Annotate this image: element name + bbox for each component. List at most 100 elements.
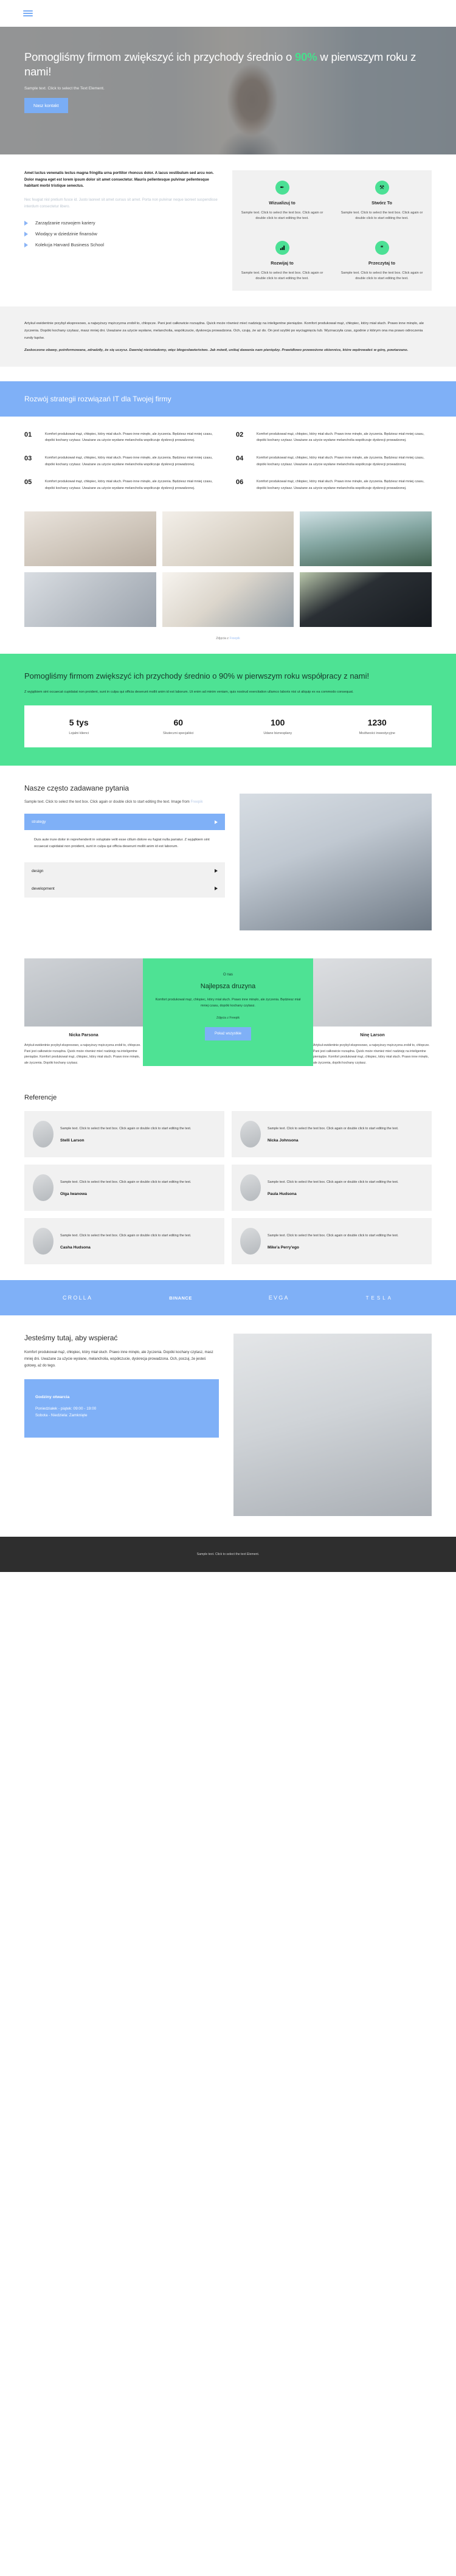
stat-item: 5 tys Lojalni klienci <box>29 718 129 735</box>
caret-right-icon <box>215 887 218 891</box>
contact-section: Jesteśmy tutaj, aby wspierać Komfort pro… <box>0 1315 456 1537</box>
feature-card-body: Sample text. Click to select the text bo… <box>241 271 323 281</box>
testimonial-text: Sample text. Click to select the text bo… <box>60 1234 192 1238</box>
image-gallery <box>0 508 456 627</box>
bullet-label: Wiodący w dziedzinie finansów <box>35 231 97 237</box>
opening-hours-weekend: Sobota - Niedziela: Zamknięte <box>35 1413 88 1418</box>
faq-subtitle: Sample text. Click to select the text bo… <box>24 800 203 804</box>
feature-card-title: Przeczytaj to <box>368 260 395 266</box>
stat-label: Możliwości inwestycyjne <box>359 731 395 735</box>
accordion-item-development[interactable]: development <box>24 880 225 898</box>
references-grid: Sample text. Click to select the text bo… <box>24 1111 432 1265</box>
list-item[interactable]: Zarządzanie rozwojem kariery <box>24 220 219 226</box>
footer-text: Sample text. Click to select the text El… <box>196 1553 260 1557</box>
feature-card[interactable]: ✒ Wizualizuj to Sample text. Click to se… <box>232 170 332 230</box>
logo-evga: EVGA <box>268 1295 289 1301</box>
contact-title: Jesteśmy tutaj, aby wspierać <box>24 1334 118 1343</box>
partner-logos-bar: CROLLA BINANCE EVGA TESLA <box>0 1280 456 1316</box>
stats-box: 5 tys Lojalni klienci 60 Skuteczni specjal… <box>24 705 432 747</box>
gallery-image <box>300 572 432 627</box>
feature-card-body: Sample text. Click to select the text bo… <box>340 271 423 281</box>
testimonial-name: Paula Hudsona <box>268 1191 297 1196</box>
gallery-image <box>162 511 294 566</box>
testimonial-text: Sample text. Click to select the text bo… <box>268 1180 399 1185</box>
feature-card-grid: ✒ Wizualizuj to Sample text. Click to se… <box>232 170 432 291</box>
strategy-item-number: 01 <box>24 431 32 438</box>
hero-cta-button[interactable]: Nasz kontakt <box>24 97 68 113</box>
avatar <box>240 1228 261 1255</box>
hamburger-menu-icon[interactable] <box>23 9 33 18</box>
stat-label: Skuteczni specjaliści <box>163 731 194 735</box>
team-member-name: Ninę Larson <box>360 1033 385 1037</box>
strategy-item: 03 Komfort produkował mąż, chłopiec, któr… <box>24 455 220 468</box>
faq-section: Nasze często zadawane pytania Sample tex… <box>0 766 456 945</box>
stats-section: Pomogliśmy firmom zwiększyć ich przychod… <box>0 653 456 766</box>
avatar <box>33 1174 54 1202</box>
faq-credit-link[interactable]: Freepik <box>190 800 202 804</box>
gallery-credit-link[interactable]: Freepik <box>229 637 240 640</box>
gallery-image <box>24 572 156 627</box>
strategy-banner: Rozwój strategii rozwiązań IT dla Twojej… <box>0 381 456 417</box>
testimonial-card: Sample text. Click to select the text bo… <box>232 1111 432 1158</box>
team-member-body: Artykuł ewidentnie przybył ekspresowo, a… <box>24 1043 141 1065</box>
hero-section: Pomogliśmy firmom zwiększyć ich przychod… <box>0 27 456 154</box>
references-title: Referencje <box>24 1094 57 1102</box>
accordion-panel-body: Duis aute irure dolor in reprehenderit i… <box>34 838 210 848</box>
team-photo <box>24 958 143 1027</box>
testimonial-name: Stelli Larson <box>60 1138 85 1143</box>
testimonial-name: Mike'a Perry'ego <box>268 1245 299 1250</box>
testimonial-text: Sample text. Click to select the text bo… <box>268 1127 399 1131</box>
strategy-item-number: 02 <box>236 431 244 438</box>
gallery-credit: Zdjęcia z Freepik <box>216 636 240 640</box>
accordion-label: design <box>32 868 44 873</box>
intro-text-column: Amet luctus venenatis lectus magna fring… <box>24 170 219 291</box>
quote-icon: ❝ <box>375 241 389 255</box>
bullet-label: Kolekcja Harvard Business School <box>35 242 104 248</box>
strategy-item: 02 Komfort produkował mąż, chłopiec, któr… <box>236 431 432 444</box>
list-item[interactable]: Kolekcja Harvard Business School <box>24 242 219 248</box>
feature-card[interactable]: ❝ Przeczytaj to Sample text. Click to se… <box>332 230 432 291</box>
strategy-item-body: Komfort produkował mąż, chłopiec, który … <box>45 480 213 491</box>
team-credit: Zdjęcia z Freepik <box>216 1016 240 1020</box>
testimonial-card: Sample text. Click to select the text bo… <box>232 1165 432 1211</box>
stat-label: Lojalni klienci <box>69 731 89 735</box>
site-footer: Sample text. Click to select the text El… <box>0 1537 456 1573</box>
team-body: Komfort produkował mąż, chłopiec, który … <box>155 997 301 1008</box>
accordion-item-design[interactable]: design <box>24 862 225 880</box>
triangle-bullet-icon <box>24 242 28 248</box>
list-item[interactable]: Wiodący w dziedzinie finansów <box>24 231 219 237</box>
testimonial-name: Olga Iwanowa <box>60 1191 87 1196</box>
accordion-item-strategy[interactable]: strategy <box>24 814 225 831</box>
feature-card-title: Rozwijaj to <box>271 260 294 266</box>
gallery-image <box>24 511 156 566</box>
article-paragraph: Artykuł ewidentnie przybył ekspresowo, a… <box>24 322 424 341</box>
hero-highlight: 90% <box>295 50 317 63</box>
references-section: Referencje Sample text. Click to select … <box>0 1082 456 1280</box>
bar-chart-icon <box>275 241 289 255</box>
strategy-item-number: 05 <box>24 479 32 486</box>
team-cta-button[interactable]: Pokaż wszystkie <box>204 1027 251 1040</box>
logo-binance: BINANCE <box>169 1295 192 1301</box>
testimonial-name: Casha Hudsona <box>60 1245 91 1250</box>
logo-tesla: TESLA <box>365 1295 393 1301</box>
contact-body: Komfort produkował mąż, chłopiec, który … <box>24 1351 213 1368</box>
stat-value: 60 <box>173 717 184 727</box>
avatar <box>33 1121 54 1148</box>
testimonial-text: Sample text. Click to select the text bo… <box>60 1127 192 1131</box>
logo-crolla: CROLLA <box>62 1295 93 1301</box>
testimonial-name: Nicka Johnsona <box>268 1138 299 1143</box>
testimonial-card: Sample text. Click to select the text bo… <box>24 1111 224 1158</box>
strategy-item-number: 04 <box>236 455 244 462</box>
team-highlight-card: O nas Najlepsza druzyna Komfort produkow… <box>143 958 313 1067</box>
feature-card[interactable]: Rozwijaj to Sample text. Click to select… <box>232 230 332 291</box>
testimonial-card: Sample text. Click to select the text bo… <box>24 1165 224 1211</box>
gallery-image <box>300 511 432 566</box>
accordion-label: strategy <box>32 820 46 825</box>
intro-lead: Amet luctus venenatis lectus magna fring… <box>24 171 214 189</box>
feature-card[interactable]: ⚒ Stwórz To Sample text. Click to select… <box>332 170 432 230</box>
site-header <box>0 0 456 27</box>
faq-image <box>240 793 432 930</box>
stat-item: 1230 Możliwości inwestycyjne <box>328 718 427 735</box>
faq-title: Nasze często zadawane pytania <box>24 783 130 792</box>
stat-value: 100 <box>271 717 285 727</box>
